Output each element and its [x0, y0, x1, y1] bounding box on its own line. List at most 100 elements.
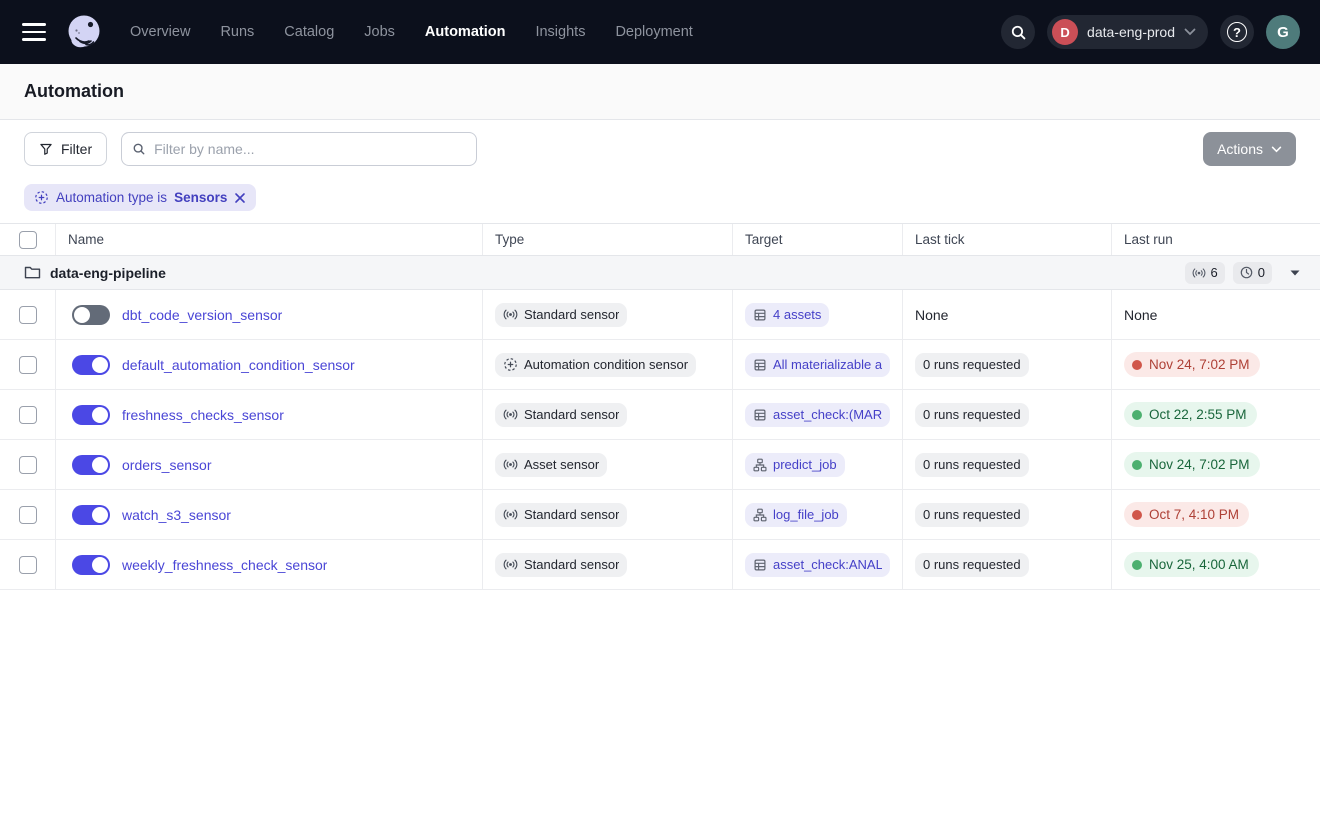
remove-filter-icon[interactable]	[234, 192, 246, 204]
collapse-group-icon[interactable]	[1284, 262, 1306, 284]
column-header-name: Name	[56, 224, 483, 255]
last-run-status-tag[interactable]: Nov 24, 7:02 PM	[1124, 452, 1260, 477]
table-row: freshness_checks_sensor Standard sensor …	[0, 390, 1320, 440]
success-dot-icon	[1132, 560, 1142, 570]
table-header-row: Name Type Target Last tick Last run	[0, 224, 1320, 256]
search-icon	[1010, 24, 1027, 41]
sensor-name-link[interactable]: orders_sensor	[122, 457, 212, 473]
deployment-badge: D	[1052, 19, 1078, 45]
chevron-down-icon	[1271, 146, 1282, 153]
automation-condition-icon	[34, 190, 49, 205]
row-checkbox[interactable]	[19, 356, 37, 374]
sensor-enabled-toggle[interactable]	[72, 405, 110, 425]
page-header: Automation	[0, 64, 1320, 120]
automation-table: Name Type Target Last tick Last run data…	[0, 224, 1320, 590]
asset-icon	[753, 358, 767, 372]
nav-jobs[interactable]: Jobs	[364, 24, 395, 40]
row-checkbox[interactable]	[19, 456, 37, 474]
failure-dot-icon	[1132, 510, 1142, 520]
group-name: data-eng-pipeline	[50, 265, 166, 281]
sensor-enabled-toggle[interactable]	[72, 555, 110, 575]
sensor-type-tag: Automation condition sensor	[495, 353, 696, 377]
last-run-status-tag[interactable]: Oct 22, 2:55 PM	[1124, 402, 1257, 427]
target-link-tag[interactable]: log_file_job	[745, 503, 847, 527]
job-icon	[753, 458, 767, 472]
row-checkbox[interactable]	[19, 506, 37, 524]
last-tick-tag: 0 runs requested	[915, 453, 1029, 477]
deployment-name: data-eng-prod	[1087, 24, 1175, 40]
target-link-tag[interactable]: asset_check:(MARKET	[745, 403, 890, 427]
sensor-name-link[interactable]: weekly_freshness_check_sensor	[122, 557, 327, 573]
help-icon: ?	[1227, 22, 1247, 42]
sensor-type-tag: Standard sensor	[495, 503, 627, 527]
asset-icon	[753, 408, 767, 422]
nav-overview[interactable]: Overview	[130, 24, 190, 40]
sensor-name-link[interactable]: default_automation_condition_sensor	[122, 357, 355, 373]
row-checkbox[interactable]	[19, 306, 37, 324]
sensor-type-tag: Standard sensor	[495, 403, 627, 427]
sensor-icon	[503, 558, 518, 571]
dagster-logo-icon[interactable]	[64, 12, 104, 52]
code-location-group-row[interactable]: data-eng-pipeline 6 0	[0, 256, 1320, 290]
sensor-enabled-toggle[interactable]	[72, 505, 110, 525]
nav-deployment[interactable]: Deployment	[615, 24, 692, 40]
sensor-icon	[503, 508, 518, 521]
sensor-name-link[interactable]: freshness_checks_sensor	[122, 407, 284, 423]
last-tick-tag: 0 runs requested	[915, 503, 1029, 527]
filter-chip-automation-type[interactable]: Automation type is Sensors	[24, 184, 256, 211]
column-header-last-run: Last run	[1112, 224, 1320, 255]
target-link-tag[interactable]: predict_job	[745, 453, 845, 477]
filter-button[interactable]: Filter	[24, 132, 107, 166]
last-run-status-tag[interactable]: Oct 7, 4:10 PM	[1124, 502, 1249, 527]
nav-catalog[interactable]: Catalog	[284, 24, 334, 40]
sensor-icon	[503, 408, 518, 421]
sensor-enabled-toggle[interactable]	[72, 355, 110, 375]
last-tick-tag: 0 runs requested	[915, 353, 1029, 377]
active-filters-row: Automation type is Sensors	[0, 178, 1320, 224]
row-checkbox[interactable]	[19, 556, 37, 574]
column-header-type: Type	[483, 224, 733, 255]
sensor-enabled-toggle[interactable]	[72, 455, 110, 475]
chevron-down-icon	[1184, 28, 1196, 36]
table-row: default_automation_condition_sensor Auto…	[0, 340, 1320, 390]
target-link-tag[interactable]: asset_check:ANALYT	[745, 553, 890, 577]
failure-dot-icon	[1132, 360, 1142, 370]
sensor-type-tag: Standard sensor	[495, 303, 627, 327]
sensor-enabled-toggle[interactable]	[72, 305, 110, 325]
asset-icon	[753, 308, 767, 322]
sensor-name-link[interactable]: watch_s3_sensor	[122, 507, 231, 523]
sensor-type-tag: Asset sensor	[495, 453, 607, 477]
help-button[interactable]: ?	[1220, 15, 1254, 49]
column-header-target: Target	[733, 224, 903, 255]
nav-automation[interactable]: Automation	[425, 24, 506, 40]
target-link-tag[interactable]: 4 assets	[745, 303, 829, 327]
user-avatar[interactable]: G	[1266, 15, 1300, 49]
target-link-tag[interactable]: All materializable assets	[745, 353, 890, 377]
sensor-icon	[1192, 267, 1206, 279]
primary-nav: Overview Runs Catalog Jobs Automation In…	[130, 24, 693, 40]
nav-insights[interactable]: Insights	[535, 24, 585, 40]
toolbar: Filter Actions	[0, 120, 1320, 178]
last-tick-none: None	[915, 307, 948, 323]
hamburger-menu-icon[interactable]	[22, 23, 46, 41]
sensor-name-link[interactable]: dbt_code_version_sensor	[122, 307, 282, 323]
asset-icon	[753, 558, 767, 572]
last-run-status-tag[interactable]: Nov 24, 7:02 PM	[1124, 352, 1260, 377]
search-button[interactable]	[1001, 15, 1035, 49]
deployment-switcher[interactable]: D data-eng-prod	[1047, 15, 1208, 49]
success-dot-icon	[1132, 460, 1142, 470]
success-dot-icon	[1132, 410, 1142, 420]
group-schedule-count-badge: 0	[1233, 262, 1272, 284]
row-checkbox[interactable]	[19, 406, 37, 424]
last-run-none: None	[1124, 307, 1157, 323]
table-row: watch_s3_sensor Standard sensor log_file…	[0, 490, 1320, 540]
table-row: weekly_freshness_check_sensor Standard s…	[0, 540, 1320, 590]
nav-runs[interactable]: Runs	[220, 24, 254, 40]
last-run-status-tag[interactable]: Nov 25, 4:00 AM	[1124, 552, 1259, 577]
filter-by-name-input[interactable]	[154, 141, 466, 157]
actions-button[interactable]: Actions	[1203, 132, 1296, 166]
column-header-last-tick: Last tick	[903, 224, 1112, 255]
select-all-checkbox[interactable]	[19, 231, 37, 249]
funnel-icon	[39, 142, 53, 156]
last-tick-tag: 0 runs requested	[915, 553, 1029, 577]
